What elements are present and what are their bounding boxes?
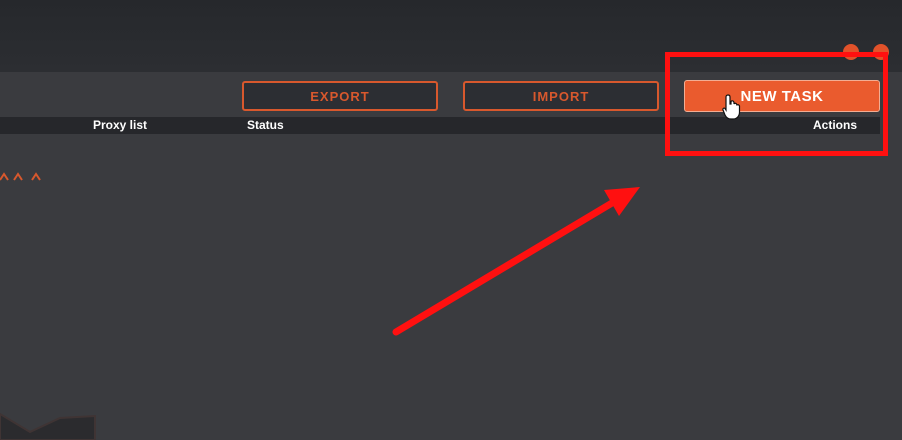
hand-pointer-icon xyxy=(722,94,741,120)
annotation-arrow xyxy=(392,187,640,336)
